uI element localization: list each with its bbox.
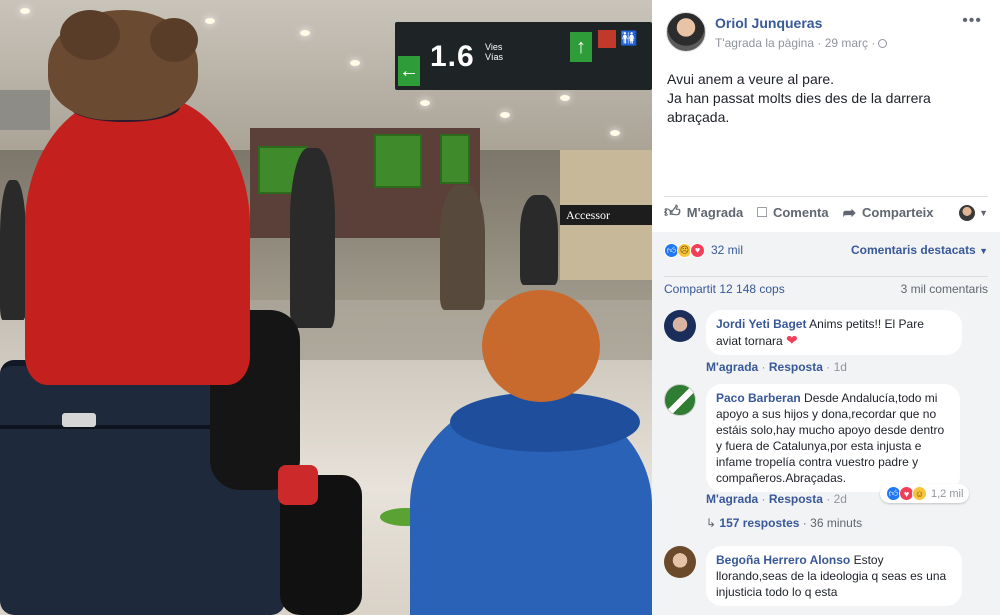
traveller-figure <box>0 180 26 320</box>
author-name[interactable]: Oriol Junqueras <box>715 15 822 31</box>
commenter-name[interactable]: Begoña Herrero Alonso <box>716 553 850 567</box>
commenter-name[interactable]: Jordi Yeti Baget <box>716 317 806 331</box>
view-replies-link[interactable]: ↳ 157 respostes · 36 minuts <box>706 516 862 530</box>
wall-panel <box>0 90 50 130</box>
comment-time[interactable]: 2d <box>834 492 847 506</box>
author-avatar[interactable] <box>666 12 706 52</box>
shares-count[interactable]: Compartit 12 148 cops <box>664 282 785 296</box>
share-label: Comparteix <box>862 205 934 220</box>
chevron-down-icon: ▼ <box>979 246 988 256</box>
comment-reaction-count: 1,2 mil <box>931 487 964 500</box>
commenter-avatar[interactable] <box>664 384 696 416</box>
commenter-avatar[interactable] <box>664 546 696 578</box>
traveller-figure <box>290 148 335 328</box>
comment-time[interactable]: 1d <box>834 360 847 374</box>
post-header: Oriol Junqueras T'agrada la pàgina · 29 … <box>652 0 1000 62</box>
comment-icon: □ <box>757 203 767 221</box>
comment-bubble: Begoña Herrero Alonso Estoy llorando,sea… <box>706 546 962 606</box>
post-text-line: Avui anem a veure al pare. <box>667 71 835 87</box>
commenter-avatar[interactable] <box>664 310 696 342</box>
post-subtitle: T'agrada la pàgina · 29 març · <box>715 36 876 50</box>
comment-like-link[interactable]: M'agrada <box>706 360 758 374</box>
replies-count[interactable]: 157 respostes <box>719 516 799 530</box>
chevron-down-icon: ▼ <box>979 207 988 218</box>
toilet-icon: 🚻 <box>620 30 638 46</box>
love-reaction-icon: ♥ <box>690 242 705 258</box>
reactions-count[interactable]: 32 mil <box>711 243 743 257</box>
comment-bubble: Jordi Yeti Baget Anims petits!! El Pare … <box>706 310 962 355</box>
comment-button[interactable]: □ Comenta <box>757 204 828 222</box>
post-text: Avui anem a veure al pare. Ja han passat… <box>667 70 987 127</box>
comment-sort-label: Comentaris destacats <box>851 243 976 257</box>
store-sign: Accessor <box>560 205 652 225</box>
advert-panel <box>440 134 470 184</box>
like-button[interactable]: 👍︎ M'agrada <box>664 203 743 222</box>
comment-sort-dropdown[interactable]: Comentaris destacats ▼ <box>851 243 988 257</box>
comment-bubble: Paco Barberan Desde Andalucía,todo mi ap… <box>706 384 960 492</box>
platform-number: 1.6 <box>430 40 475 73</box>
post-panel: Oriol Junqueras T'agrada la pàgina · 29 … <box>652 0 1000 615</box>
comment-reply-link[interactable]: Resposta <box>769 492 823 506</box>
comments-count[interactable]: 3 mil comentaris <box>901 282 988 296</box>
comment-reply-link[interactable]: Resposta <box>769 360 823 374</box>
share-icon: ➦ <box>842 204 856 222</box>
platform-label: Vies Vías <box>485 42 504 62</box>
hair-bun <box>60 10 120 60</box>
thumbs-up-icon: 👍︎ <box>664 204 681 221</box>
haha-reaction-icon: ☺ <box>912 486 927 501</box>
post-photo[interactable]: Accessor ← 1.6 Vies Vías ↑ 🚻 <box>0 0 652 615</box>
comment-like-link[interactable]: M'agrada <box>706 492 758 506</box>
no-entry-icon <box>598 30 616 48</box>
post-text-line: Ja han passat molts dies des de la darre… <box>667 90 931 125</box>
heart-emoji-icon: ❤ <box>786 332 798 348</box>
comment-actions: M'agrada · Resposta · 1d <box>706 360 847 374</box>
hair-bun <box>150 18 198 62</box>
commenter-name[interactable]: Paco Barberan <box>716 391 801 405</box>
comment-text: Desde Andalucía,todo mi apoyo a sus hijo… <box>716 391 945 485</box>
reply-arrow-icon: ↳ <box>706 516 717 530</box>
shares-row: Compartit 12 148 cops 3 mil comentaris <box>664 276 988 296</box>
replies-time: 36 minuts <box>810 516 863 530</box>
child-head <box>482 290 600 402</box>
comment-reactions[interactable]: 👍︎ ♥ ☺ 1,2 mil <box>880 484 970 503</box>
child-shoe <box>278 465 318 505</box>
more-options-icon[interactable]: ••• <box>962 12 982 30</box>
traveller-figure <box>520 195 558 285</box>
globe-icon <box>878 39 888 48</box>
page-avatar <box>959 204 976 221</box>
like-label: M'agrada <box>686 205 744 220</box>
comment-label: Comenta <box>772 205 829 220</box>
up-arrow-icon: ↑ <box>570 32 592 62</box>
suitcase-logo <box>62 413 96 427</box>
reactions-row: 👍︎ ☹ ♥ 32 mil Comentaris destacats ▼ <box>664 240 988 260</box>
share-button[interactable]: ➦ Comparteix <box>843 203 934 223</box>
post-meta: T'agrada la pàgina · 29 març · <box>715 36 888 50</box>
traveller-figure <box>440 185 485 310</box>
comment-actions: M'agrada · Resposta · 2d <box>706 492 847 506</box>
left-arrow-icon: ← <box>398 56 420 86</box>
advert-panel <box>374 134 422 188</box>
child-red-coat <box>25 95 250 385</box>
identity-selector[interactable]: ▼ <box>959 204 988 221</box>
action-bar: 👍︎ M'agrada □ Comenta ➦ Comparteix ▼ <box>664 196 988 228</box>
